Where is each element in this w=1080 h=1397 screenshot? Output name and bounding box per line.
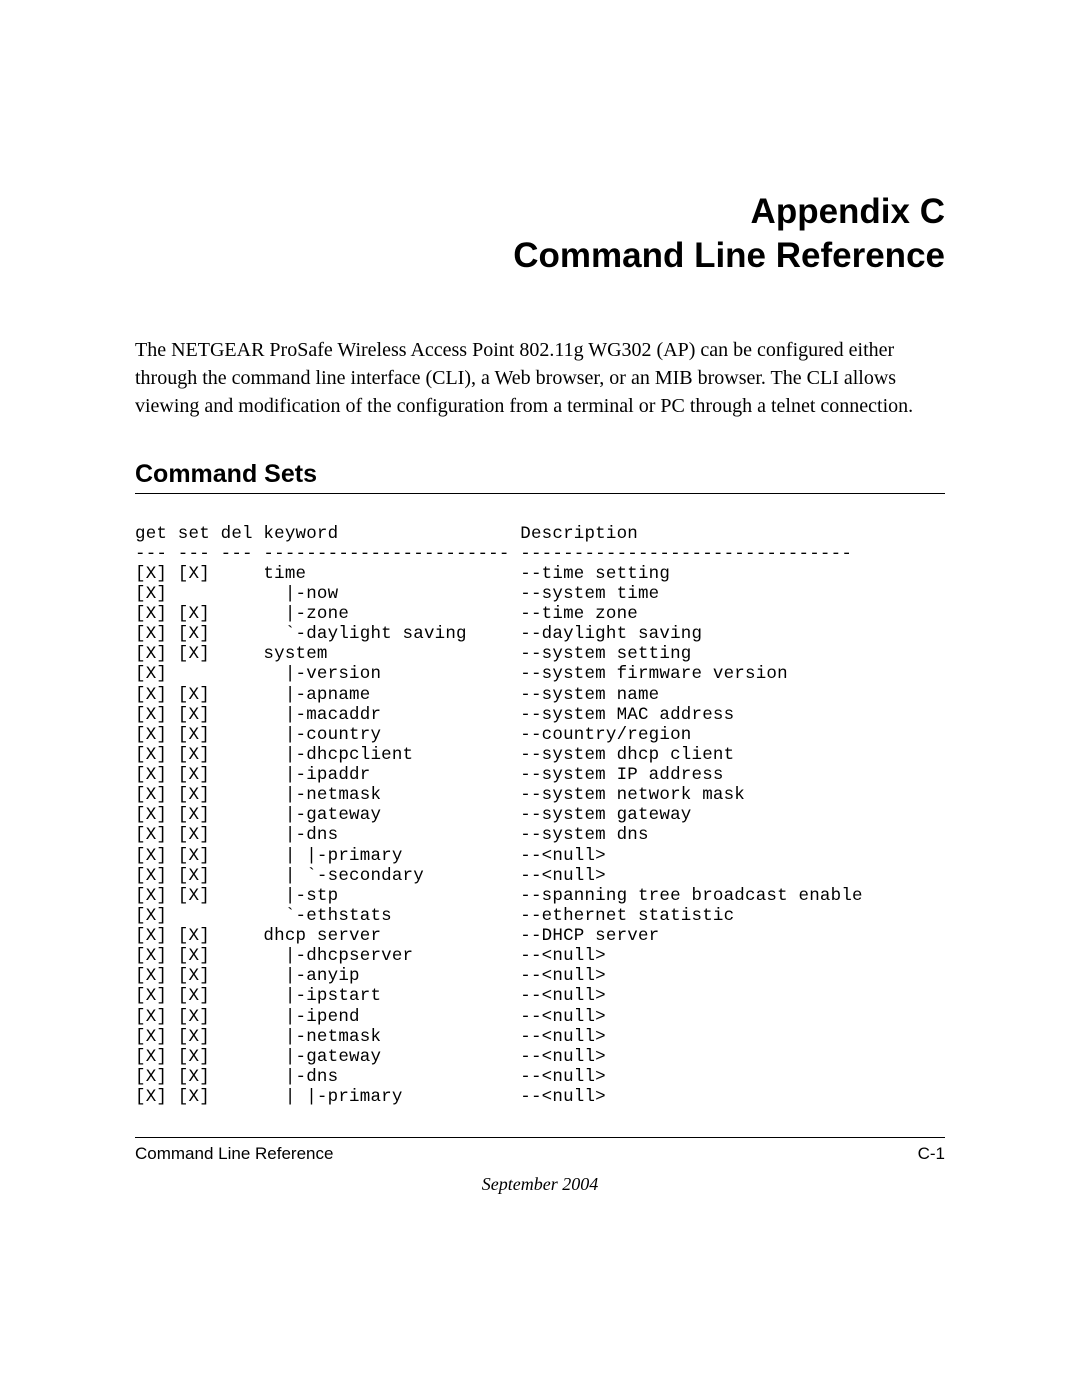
footer-date: September 2004 [135,1174,945,1195]
intro-paragraph: The NETGEAR ProSafe Wireless Access Poin… [135,336,945,420]
appendix-title: Appendix C Command Line Reference [135,190,945,278]
footer-row: Command Line Reference C-1 [135,1144,945,1164]
section-heading: Command Sets [135,460,945,489]
footer-right: C-1 [918,1144,945,1164]
footer-divider [135,1137,945,1138]
section-divider [135,493,945,494]
title-line-1: Appendix C [751,192,945,231]
command-table: get set del keyword Description --- --- … [135,524,945,1108]
title-line-2: Command Line Reference [513,236,945,275]
footer-left: Command Line Reference [135,1144,333,1164]
